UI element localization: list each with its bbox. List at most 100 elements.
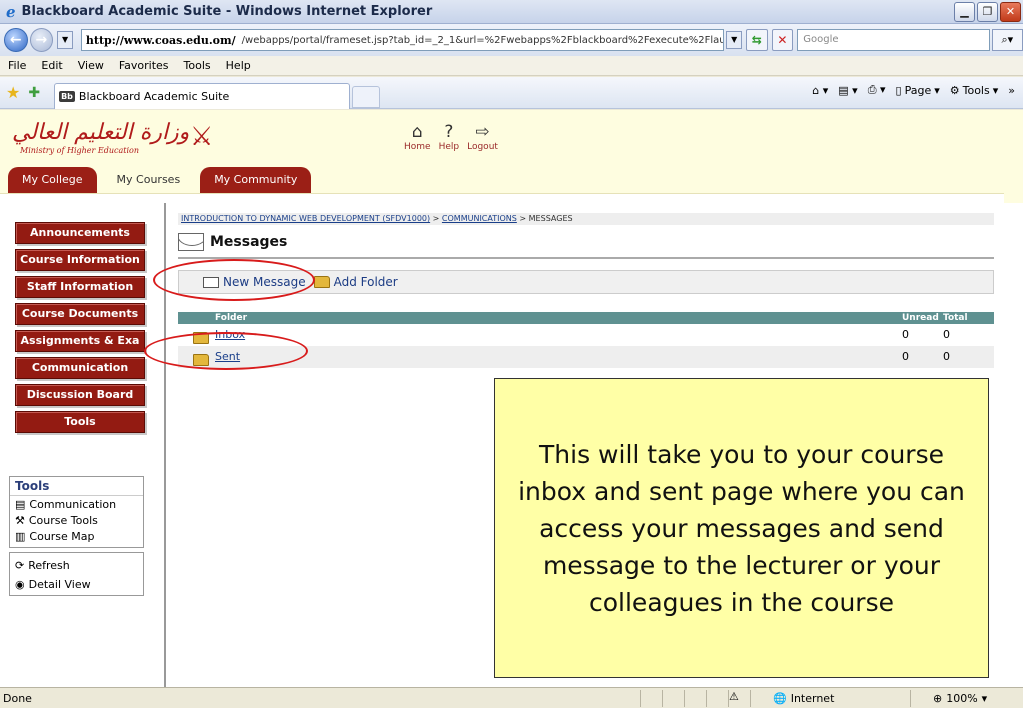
refresh-icon[interactable]: ⇆ <box>746 29 768 51</box>
refresh-link[interactable]: ⟳ Refresh <box>10 556 143 575</box>
new-tab-button[interactable] <box>352 85 381 108</box>
home-link[interactable]: ⌂ Home <box>404 122 431 152</box>
portal-header: وزارة التعليم العالي Ministry of Higher … <box>0 110 1023 203</box>
sent-unread: 0 <box>902 350 909 363</box>
chevron-more-icon[interactable]: » <box>1008 84 1015 97</box>
breadcrumb-current: MESSAGES <box>528 214 573 223</box>
help-icon: ? <box>444 122 454 142</box>
command-bar: ⌂ ▾ ▤ ▾ ⎙ ▾ ▯ Page ▾ ⚙ Tools ▾ » <box>812 83 1015 97</box>
course-tools-icon: ⚒ <box>15 513 25 527</box>
logout-link[interactable]: ⇨ Logout <box>467 122 498 152</box>
tab-my-courses[interactable]: My Courses <box>102 167 195 193</box>
menu-help[interactable]: Help <box>226 59 251 72</box>
menu-file[interactable]: File <box>8 59 26 72</box>
col-folder: Folder <box>215 313 248 323</box>
tools-panel-title: Tools <box>10 477 143 496</box>
inbox-link[interactable]: Inbox <box>215 328 245 341</box>
back-button[interactable]: ← <box>4 28 28 52</box>
menu-view[interactable]: View <box>78 59 104 72</box>
url-path: /webapps/portal/frameset.jsp?tab_id=_2_1… <box>241 34 725 46</box>
favorites-star-icon[interactable]: ★ <box>6 83 20 102</box>
logout-icon: ⇨ <box>475 122 490 142</box>
title-divider <box>178 257 994 259</box>
refresh-circle-icon: ⟳ <box>15 559 25 572</box>
table-header: Folder Unread Total <box>178 312 994 324</box>
add-favorite-icon[interactable]: ✚ <box>28 85 40 101</box>
ministry-logo-arabic: وزارة التعليم العالي <box>12 120 190 145</box>
breadcrumb-course-link[interactable]: INTRODUCTION TO DYNAMIC WEB DEVELOPMENT … <box>181 214 430 223</box>
ministry-logo-english: Ministry of Higher Education <box>20 146 140 155</box>
envelope-icon <box>178 233 204 251</box>
tools-panel: Tools ▤ Communication ⚒ Course Tools ▥ C… <box>9 476 144 548</box>
inbox-total: 0 <box>943 328 950 341</box>
tab-my-college[interactable]: My College <box>8 167 97 193</box>
page-menu[interactable]: ▯ Page ▾ <box>896 84 940 97</box>
tools-course-map[interactable]: ▥ Course Map <box>10 528 143 544</box>
help-link[interactable]: ? Help <box>439 122 460 152</box>
inbox-unread: 0 <box>902 328 909 341</box>
communication-icon: ▤ <box>15 497 26 511</box>
new-message-icon <box>203 276 219 288</box>
menu-edit[interactable]: Edit <box>41 59 62 72</box>
nav-course-documents[interactable]: Course Documents <box>15 303 145 325</box>
menu-favorites[interactable]: Favorites <box>119 59 169 72</box>
url-input[interactable]: http://www.coas.edu.om/ /webapps/portal/… <box>80 29 725 51</box>
forward-button[interactable]: → <box>29 28 54 52</box>
search-input[interactable]: Google <box>797 29 990 51</box>
tools-menu[interactable]: ⚙ Tools ▾ <box>950 84 999 97</box>
blackboard-icon: Bb <box>59 90 75 102</box>
action-bar: New Message Add Folder <box>178 270 994 294</box>
page-title: Messages <box>178 233 287 251</box>
tools-communication[interactable]: ▤ Communication <box>10 496 143 512</box>
close-button[interactable]: ✕ <box>1000 2 1021 22</box>
oman-emblem-icon: ⚔ <box>190 122 214 152</box>
security-zone[interactable]: 🌐 Internet <box>750 689 910 707</box>
table-row: Sent 0 0 <box>178 346 994 368</box>
home-icon: ⌂ <box>411 122 423 142</box>
nav-course-information[interactable]: Course Information <box>15 249 145 271</box>
nav-announcements[interactable]: Announcements <box>15 222 145 244</box>
folders-table: Folder Unread Total Inbox 0 0 Sent 0 0 <box>178 312 994 368</box>
feeds-icon[interactable]: ▤ ▾ <box>838 84 857 97</box>
browser-tab-label: Blackboard Academic Suite <box>78 89 230 103</box>
nav-discussion-board[interactable]: Discussion Board <box>15 384 145 406</box>
nav-tools[interactable]: Tools <box>15 411 145 433</box>
page-title-text: Messages <box>210 234 288 250</box>
detail-view-link[interactable]: ◉ Detail View <box>10 575 143 594</box>
add-folder-button[interactable]: Add Folder <box>313 275 398 289</box>
breadcrumb-communications-link[interactable]: COMMUNICATIONS <box>442 214 517 223</box>
sent-link[interactable]: Sent <box>215 350 240 363</box>
web-page: وزارة التعليم العالي Ministry of Higher … <box>0 110 1023 687</box>
browser-tab[interactable]: Bb Blackboard Academic Suite <box>54 82 351 109</box>
course-menu: Announcements Course Information Staff I… <box>0 203 166 687</box>
status-bar: Done ⚠ 🌐 Internet ⊕ 100% ▾ <box>0 687 1023 708</box>
nav-communication[interactable]: Communication <box>15 357 145 379</box>
tools-course-tools[interactable]: ⚒ Course Tools <box>10 512 143 528</box>
tab-bar: ★ ✚ Bb Blackboard Academic Suite ⌂ ▾ ▤ ▾… <box>0 77 1023 109</box>
view-panel: ⟳ Refresh ◉ Detail View <box>9 552 144 596</box>
instruction-callout: This will take you to your course inbox … <box>494 378 989 678</box>
nav-staff-information[interactable]: Staff Information <box>15 276 145 298</box>
nav-assignments[interactable]: Assignments & Exa <box>15 330 145 352</box>
header-divider <box>0 193 1004 203</box>
print-icon[interactable]: ⎙ ▾ <box>868 83 886 97</box>
address-bar: ← → ▼ http://www.coas.edu.om/ /webapps/p… <box>0 24 1023 56</box>
zoom-control[interactable]: ⊕ 100% ▾ <box>910 689 987 707</box>
history-dropdown[interactable]: ▼ <box>57 31 73 49</box>
window-controls: ▁ ❐ ✕ <box>954 2 1021 22</box>
window-titlebar: ℯ Blackboard Academic Suite - Windows In… <box>0 0 1023 24</box>
stop-icon[interactable]: ✕ <box>771 29 794 51</box>
col-unread: Unread <box>902 313 939 323</box>
home-cmd-icon[interactable]: ⌂ ▾ <box>812 84 828 97</box>
tab-my-community[interactable]: My Community <box>200 167 312 193</box>
security-icon[interactable]: ⚠ <box>728 689 750 707</box>
new-message-button[interactable]: New Message <box>203 275 306 289</box>
menu-tools[interactable]: Tools <box>184 59 211 72</box>
minimize-button[interactable]: ▁ <box>954 2 975 22</box>
search-icon[interactable]: ⌕▾ <box>991 29 1023 51</box>
maximize-button[interactable]: ❐ <box>977 2 998 22</box>
sent-total: 0 <box>943 350 950 363</box>
detail-view-icon: ◉ <box>15 578 25 591</box>
breadcrumb: INTRODUCTION TO DYNAMIC WEB DEVELOPMENT … <box>178 213 994 225</box>
url-dropdown[interactable]: ▼ <box>726 31 743 49</box>
